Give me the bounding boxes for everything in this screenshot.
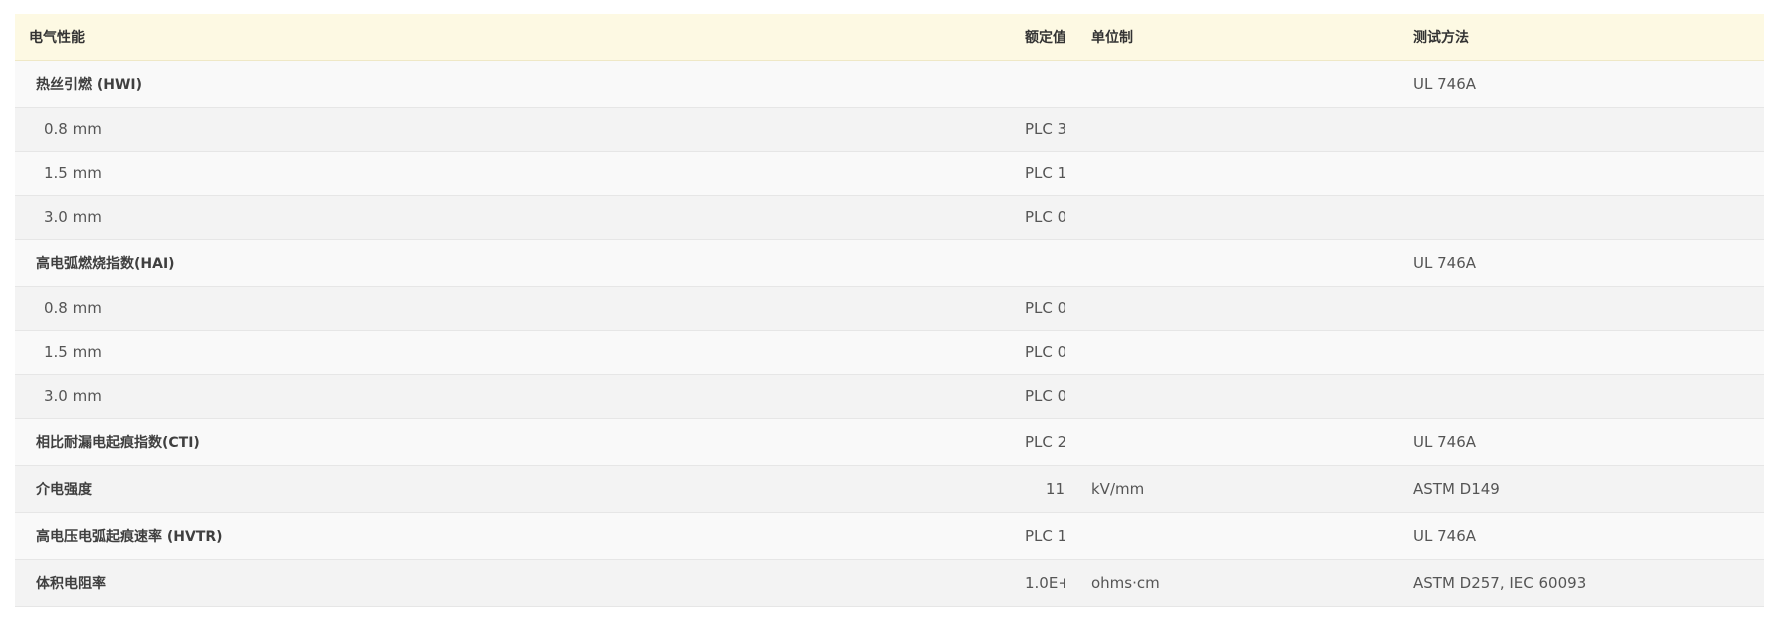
table-row: 1.5 mm PLC 0 — [15, 330, 1764, 374]
table-row: 0.8 mm PLC 3 — [15, 107, 1764, 151]
row-property: 3.0 mm — [44, 387, 102, 405]
row-value: PLC 0 — [1025, 299, 1065, 317]
row-test-method: UL 746A — [1413, 253, 1476, 272]
table-row: 高电压电弧起痕速率 (HVTR) PLC 1 UL 746A — [15, 512, 1764, 559]
electrical-properties-table: 电气性能 额定值 单位制 测试方法 热丝引燃 (HWI) UL 746A 0.8… — [15, 14, 1764, 607]
table-row: 体积电阻率 1.0E+10 ohms·cm ASTM D257, IEC 600… — [15, 559, 1764, 606]
header-rated-value: 额定值 — [1025, 14, 1065, 61]
row-value: 1.0E+10 — [1025, 573, 1065, 592]
row-unit — [1065, 151, 1413, 195]
row-value: PLC 2 — [1025, 432, 1065, 451]
row-value — [1025, 239, 1065, 286]
table-header: 电气性能 额定值 单位制 测试方法 — [15, 14, 1764, 61]
table-row: 3.0 mm PLC 0 — [15, 195, 1764, 239]
row-value: PLC 1 — [1025, 526, 1065, 545]
table-body: 热丝引燃 (HWI) UL 746A 0.8 mm PLC 3 1.5 mm P… — [15, 60, 1764, 606]
table-row: 1.5 mm PLC 1 — [15, 151, 1764, 195]
row-property: 相比耐漏电起痕指数(CTI) — [36, 434, 200, 451]
row-test-method — [1413, 195, 1764, 239]
header-unit: 单位制 — [1065, 14, 1413, 61]
table-row: 3.0 mm PLC 0 — [15, 374, 1764, 418]
row-unit — [1065, 330, 1413, 374]
table-row: 热丝引燃 (HWI) UL 746A — [15, 60, 1764, 107]
row-unit — [1065, 195, 1413, 239]
row-test-method — [1413, 151, 1764, 195]
row-property: 0.8 mm — [44, 299, 102, 317]
row-test-method: ASTM D149 — [1413, 479, 1500, 498]
header-test-method: 测试方法 — [1413, 14, 1764, 61]
row-value: PLC 0 — [1025, 387, 1065, 405]
row-unit — [1065, 286, 1413, 330]
row-property: 高电压电弧起痕速率 (HVTR) — [36, 528, 223, 545]
row-property: 热丝引燃 (HWI) — [36, 76, 143, 93]
row-test-method: UL 746A — [1413, 526, 1476, 545]
row-unit — [1065, 512, 1413, 559]
row-unit — [1065, 374, 1413, 418]
row-test-method: UL 746A — [1413, 432, 1476, 451]
row-test-method — [1413, 286, 1764, 330]
row-property: 体积电阻率 — [36, 575, 106, 592]
header-property: 电气性能 — [15, 14, 1025, 61]
table-row: 相比耐漏电起痕指数(CTI) PLC 2 UL 746A — [15, 418, 1764, 465]
row-property: 高电弧燃烧指数(HAI) — [36, 255, 175, 272]
row-unit: kV/mm — [1091, 479, 1145, 498]
row-test-method — [1413, 374, 1764, 418]
row-value: PLC 0 — [1025, 343, 1065, 361]
row-unit — [1065, 418, 1413, 465]
row-value: PLC 3 — [1025, 120, 1065, 138]
row-property: 1.5 mm — [44, 343, 102, 361]
row-value — [1025, 60, 1065, 107]
table-row: 高电弧燃烧指数(HAI) UL 746A — [15, 239, 1764, 286]
row-unit: ohms·cm — [1091, 573, 1160, 592]
row-value: 11 — [1045, 479, 1065, 498]
row-unit — [1065, 239, 1413, 286]
page: 电气性能 额定值 单位制 测试方法 热丝引燃 (HWI) UL 746A 0.8… — [0, 0, 1782, 630]
row-test-method: ASTM D257, IEC 60093 — [1413, 573, 1587, 592]
row-property: 1.5 mm — [44, 164, 102, 182]
row-property: 介电强度 — [36, 481, 92, 498]
table-row: 0.8 mm PLC 0 — [15, 286, 1764, 330]
row-unit — [1065, 107, 1413, 151]
row-property: 0.8 mm — [44, 120, 102, 138]
table-row: 介电强度 11 kV/mm ASTM D149 — [15, 465, 1764, 512]
row-unit — [1065, 60, 1413, 107]
row-test-method — [1413, 330, 1764, 374]
row-test-method — [1413, 107, 1764, 151]
row-value: PLC 0 — [1025, 208, 1065, 226]
table-header-row: 电气性能 额定值 单位制 测试方法 — [15, 14, 1764, 61]
row-test-method: UL 746A — [1413, 74, 1476, 93]
row-value: PLC 1 — [1025, 164, 1065, 182]
row-property: 3.0 mm — [44, 208, 102, 226]
